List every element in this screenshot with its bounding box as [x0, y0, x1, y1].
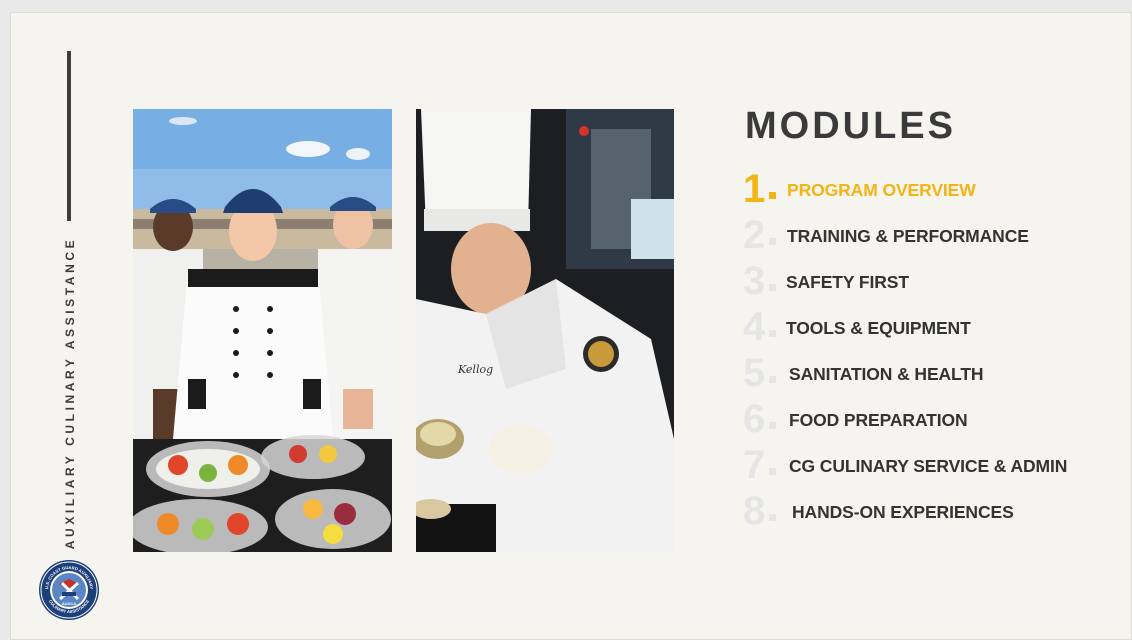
- module-label: PROGRAM OVERVIEW: [787, 180, 976, 200]
- module-dot: [769, 192, 776, 199]
- module-label: FOOD PREPARATION: [789, 410, 968, 430]
- accent-bar: [67, 51, 71, 221]
- module-dot: [769, 514, 776, 521]
- module-label: CG CULINARY SERVICE & ADMIN: [789, 456, 1068, 476]
- module-dot: [769, 376, 776, 383]
- module-label: TRAINING & PERFORMANCE: [787, 226, 1029, 246]
- svg-text:AUXCA: AUXCA: [62, 601, 76, 606]
- module-dot: [769, 468, 776, 475]
- module-dot: [769, 422, 776, 429]
- chef-photo: Kellog: [416, 109, 674, 552]
- module-number: 3: [743, 259, 766, 303]
- team-photo: [133, 109, 392, 552]
- auxiliary-emblem-icon: U.S. COAST GUARD AUXILIARY CULINARY ASSI…: [38, 559, 100, 621]
- module-number: 5: [743, 351, 766, 395]
- name-tag: Kellog: [458, 363, 494, 376]
- module-number: 7: [743, 443, 766, 487]
- module-number: 8: [743, 489, 766, 533]
- module-dot: [769, 330, 776, 337]
- page-title: MODULES: [745, 105, 956, 147]
- module-label: SAFETY FIRST: [786, 272, 909, 292]
- module-number: 6: [743, 397, 766, 441]
- module-dot: [769, 284, 776, 291]
- module-label: SANITATION & HEALTH: [789, 364, 984, 384]
- slide: AUXILIARY CULINARY ASSISTANCE U.S. COAST…: [10, 12, 1132, 640]
- module-dot: [769, 238, 776, 245]
- module-number: 2: [743, 213, 766, 257]
- module-label: TOOLS & EQUIPMENT: [786, 318, 971, 338]
- module-number: 4: [743, 305, 766, 349]
- module-label: HANDS-ON EXPERIENCES: [792, 502, 1014, 522]
- module-number: 1: [743, 167, 766, 211]
- vertical-title: AUXILIARY CULINARY ASSISTANCE: [63, 236, 77, 550]
